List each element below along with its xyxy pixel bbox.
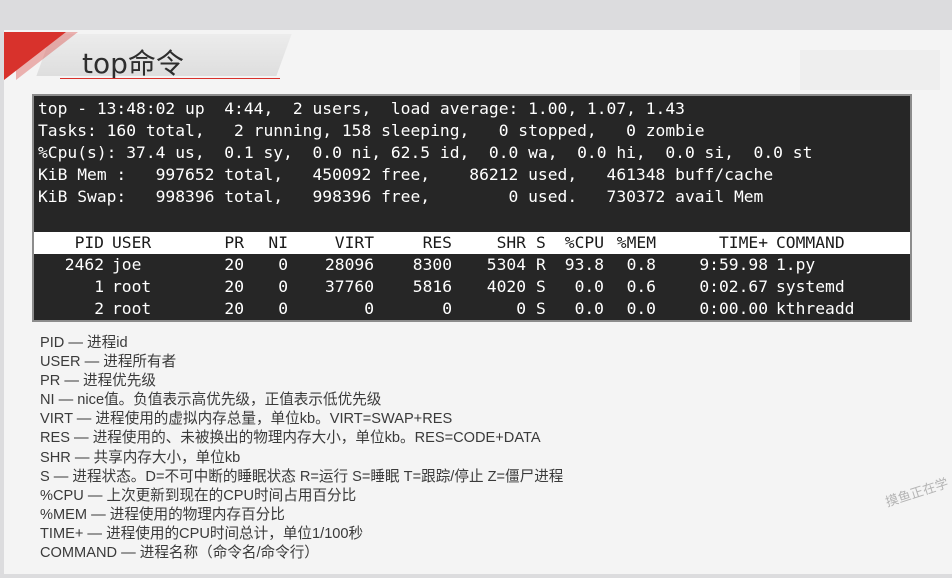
- column-header-mem: %MEM: [616, 233, 656, 252]
- column-header-cpu: %CPU: [564, 233, 604, 252]
- cell-pid: 1: [94, 277, 104, 296]
- column-header-pid: PID: [74, 233, 104, 252]
- cell-res: 0: [442, 299, 452, 318]
- note-shr: SHR — 共享内存大小，单位kb: [40, 449, 241, 466]
- watermark: 摸鱼正在学: [883, 475, 951, 510]
- cell-state: S: [536, 299, 546, 318]
- cell-command: systemd: [776, 277, 845, 296]
- cell-mem: 0.0: [626, 299, 656, 318]
- cell-cpu: 0.0: [574, 277, 604, 296]
- swap-line: KiB Swap: 998396 total, 998396 free, 0 u…: [38, 187, 764, 206]
- cell-user: root: [112, 299, 152, 318]
- slide-title: top命令: [82, 47, 184, 80]
- cell-pr: 20: [224, 299, 244, 318]
- column-header-shr: SHR: [496, 233, 526, 252]
- column-header-user: USER: [112, 233, 152, 252]
- column-header-command: COMMAND: [776, 233, 845, 252]
- title-underline: [60, 78, 280, 79]
- column-header-res: RES: [422, 233, 452, 252]
- note-user: USER — 进程所有者: [40, 354, 177, 371]
- note-ni: NI — nice值。负值表示高优先级，正值表示低优先级: [40, 392, 382, 409]
- tasks-line: Tasks: 160 total, 2 running, 158 sleepin…: [38, 121, 705, 140]
- note-time: TIME+ — 进程使用的CPU时间总计，单位1/100秒: [40, 525, 364, 542]
- mem-line: KiB Mem : 997652 total, 450092 free, 862…: [38, 165, 774, 184]
- cell-res: 8300: [412, 255, 452, 274]
- cell-mem: 0.8: [626, 255, 656, 274]
- cell-time: 9:59.98: [699, 255, 768, 274]
- cell-cpu: 0.0: [574, 299, 604, 318]
- cell-time: 0:02.67: [699, 277, 768, 296]
- note-command: COMMAND — 进程名称（命令名/命令行）: [40, 545, 319, 562]
- note-s: S — 进程状态。D=不可中断的睡眠状态 R=运行 S=睡眠 T=跟踪/停止 Z…: [40, 468, 564, 485]
- cell-command: kthreadd: [776, 299, 855, 318]
- cell-ni: 0: [278, 255, 288, 274]
- cell-pr: 20: [224, 277, 244, 296]
- column-header-s: S: [536, 233, 546, 252]
- title-accent: [4, 32, 66, 80]
- terminal-window: top - 13:48:02 up 4:44, 2 users, load av…: [32, 94, 912, 322]
- cpu-line: %Cpu(s): 37.4 us, 0.1 sy, 0.0 ni, 62.5 i…: [38, 143, 813, 162]
- process-table-header: PID USER PR NI VIRT RES SHR S %CPU %MEM …: [34, 232, 910, 254]
- cell-res: 5816: [412, 277, 452, 296]
- cell-cpu: 93.8: [564, 255, 604, 274]
- cell-user: root: [112, 277, 152, 296]
- cell-state: R: [536, 255, 546, 274]
- column-header-pr: PR: [224, 233, 244, 252]
- cell-virt: 28096: [324, 255, 374, 274]
- cell-state: S: [536, 277, 546, 296]
- cell-user: joe: [112, 255, 142, 274]
- note-mem: %MEM — 进程使用的物理内存百分比: [40, 506, 285, 523]
- note-virt: VIRT — 进程使用的虚拟内存总量，单位kb。VIRT=SWAP+RES: [40, 411, 453, 428]
- field-descriptions: PID — 进程id USER — 进程所有者 PR — 进程优先级 NI — …: [40, 334, 563, 563]
- cell-ni: 0: [278, 299, 288, 318]
- cell-pid: 2462: [64, 255, 104, 274]
- cell-virt: 0: [364, 299, 374, 318]
- cell-shr: 4020: [486, 277, 526, 296]
- cell-mem: 0.6: [626, 277, 656, 296]
- top-uptime-line: top - 13:48:02 up 4:44, 2 users, load av…: [38, 99, 685, 118]
- column-header-time: TIME+: [718, 233, 768, 252]
- column-header-virt: VIRT: [334, 233, 374, 252]
- note-pr: PR — 进程优先级: [40, 373, 156, 390]
- cell-time: 0:00.00: [699, 299, 768, 318]
- slide-decoration: [800, 50, 940, 90]
- column-header-ni: NI: [268, 233, 288, 252]
- cell-shr: 5304: [486, 255, 526, 274]
- cell-ni: 0: [278, 277, 288, 296]
- cell-shr: 0: [516, 299, 526, 318]
- note-pid: PID — 进程id: [40, 335, 128, 351]
- cell-pr: 20: [224, 255, 244, 274]
- cell-command: 1.py: [776, 255, 816, 274]
- note-res: RES — 进程使用的、未被换出的物理内存大小，单位kb。RES=CODE+DA…: [40, 430, 541, 447]
- note-cpu: %CPU — 上次更新到现在的CPU时间占用百分比: [40, 487, 357, 504]
- slide: top命令 top - 13:48:02 up 4:44, 2 users, l…: [4, 30, 952, 574]
- cell-pid: 2: [94, 299, 104, 318]
- cell-virt: 37760: [324, 277, 374, 296]
